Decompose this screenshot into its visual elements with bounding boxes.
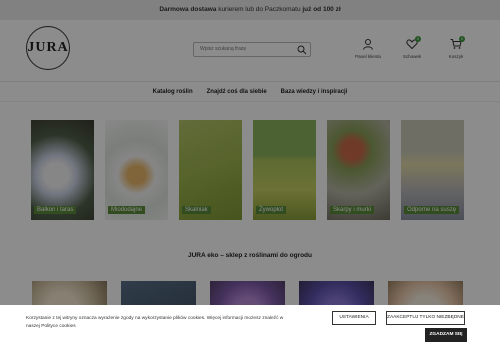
cookie-text: Korzystanie z tej witryny oznacza wyraże… xyxy=(26,316,284,329)
cookie-settings-button[interactable]: USTAWIENIA xyxy=(332,311,376,325)
cookie-reject-button[interactable]: ZAAKCEPTUJ TYLKO NIEZBĘDNE xyxy=(386,311,465,325)
cookie-accept-button[interactable]: ZGADZAM SIĘ xyxy=(425,328,467,342)
modal-overlay xyxy=(0,0,500,348)
